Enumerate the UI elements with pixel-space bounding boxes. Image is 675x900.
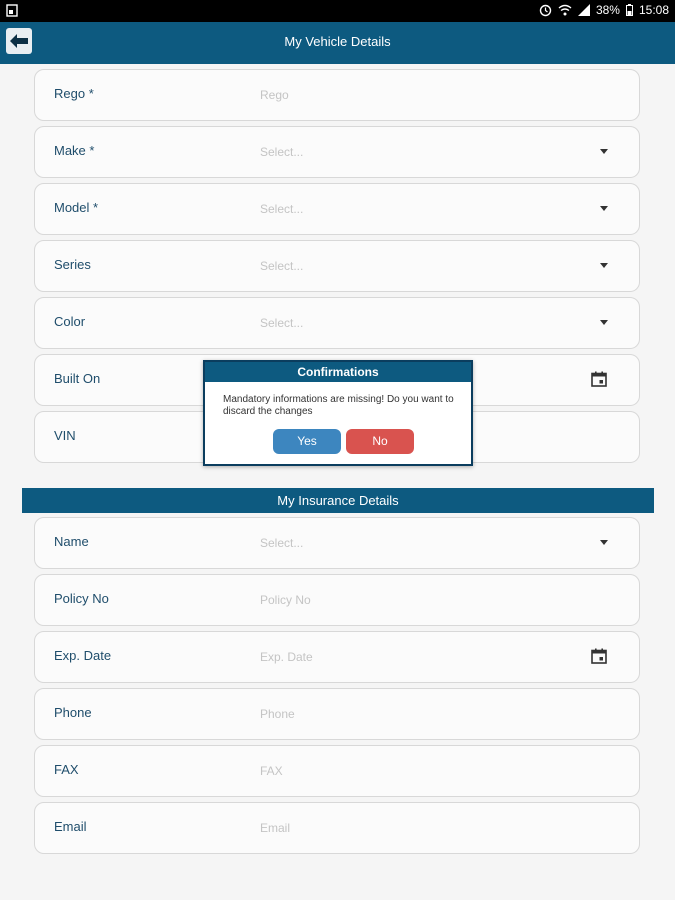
field-insurer-name[interactable]: Name Select... [34,517,640,569]
field-color[interactable]: Color Select... [34,297,640,349]
field-label: Model * [54,200,99,215]
field-fax[interactable]: FAX FAX [34,745,640,797]
phone-input[interactable]: Phone [260,707,295,721]
dialog-title: Confirmations [205,362,471,382]
dropdown-arrow-icon[interactable] [600,206,608,211]
insurance-section-header: My Insurance Details [22,488,654,513]
field-label: Series [54,257,91,272]
field-rego[interactable]: Rego * Rego [34,69,640,121]
yes-button[interactable]: Yes [273,429,341,454]
field-label: Exp. Date [54,648,112,663]
rego-input[interactable]: Rego [260,88,289,102]
no-button[interactable]: No [346,429,414,454]
battery-percent: 38% [595,3,620,17]
field-label: FAX [54,762,79,777]
page-title: My Vehicle Details [284,34,391,49]
field-label: VIN [54,428,76,443]
app-bar: My Vehicle Details [0,22,675,64]
field-email[interactable]: Email Email [34,802,640,854]
field-make[interactable]: Make * Select... [34,126,640,178]
field-label: Rego * [54,86,94,101]
field-label: Built On [54,371,101,386]
battery-icon [625,4,633,16]
field-phone[interactable]: Phone Phone [34,688,640,740]
dropdown-arrow-icon[interactable] [600,540,608,545]
field-label: Name [54,534,89,549]
field-label: Policy No [54,591,109,606]
wifi-icon [558,4,572,16]
confirmation-dialog: Confirmations Mandatory informations are… [203,360,473,466]
make-select[interactable]: Select... [260,145,303,159]
sync-icon [539,4,552,16]
field-exp-date[interactable]: Exp. Date Exp. Date [34,631,640,683]
color-select[interactable]: Select... [260,316,303,330]
field-policy-no[interactable]: Policy No Policy No [34,574,640,626]
calendar-icon[interactable] [591,648,607,664]
field-series[interactable]: Series Select... [34,240,640,292]
model-select[interactable]: Select... [260,202,303,216]
calendar-icon[interactable] [591,371,607,387]
field-label: Phone [54,705,92,720]
dropdown-arrow-icon[interactable] [600,263,608,268]
field-label: Make * [54,143,95,158]
dropdown-arrow-icon[interactable] [600,320,608,325]
status-bar: 38% 15:08 [0,0,675,22]
clock: 15:08 [638,3,669,17]
exp-date-input[interactable]: Exp. Date [260,650,313,664]
fax-input[interactable]: FAX [260,764,283,778]
dropdown-arrow-icon[interactable] [600,149,608,154]
field-label: Email [54,819,87,834]
screenshot-icon [6,4,18,17]
signal-icon [577,4,590,16]
insurer-name-select[interactable]: Select... [260,536,303,550]
field-model[interactable]: Model * Select... [34,183,640,235]
policy-no-input[interactable]: Policy No [260,593,311,607]
series-select[interactable]: Select... [260,259,303,273]
email-input[interactable]: Email [260,821,290,835]
field-label: Color [54,314,86,329]
dialog-message: Mandatory informations are missing! Do y… [223,394,454,417]
